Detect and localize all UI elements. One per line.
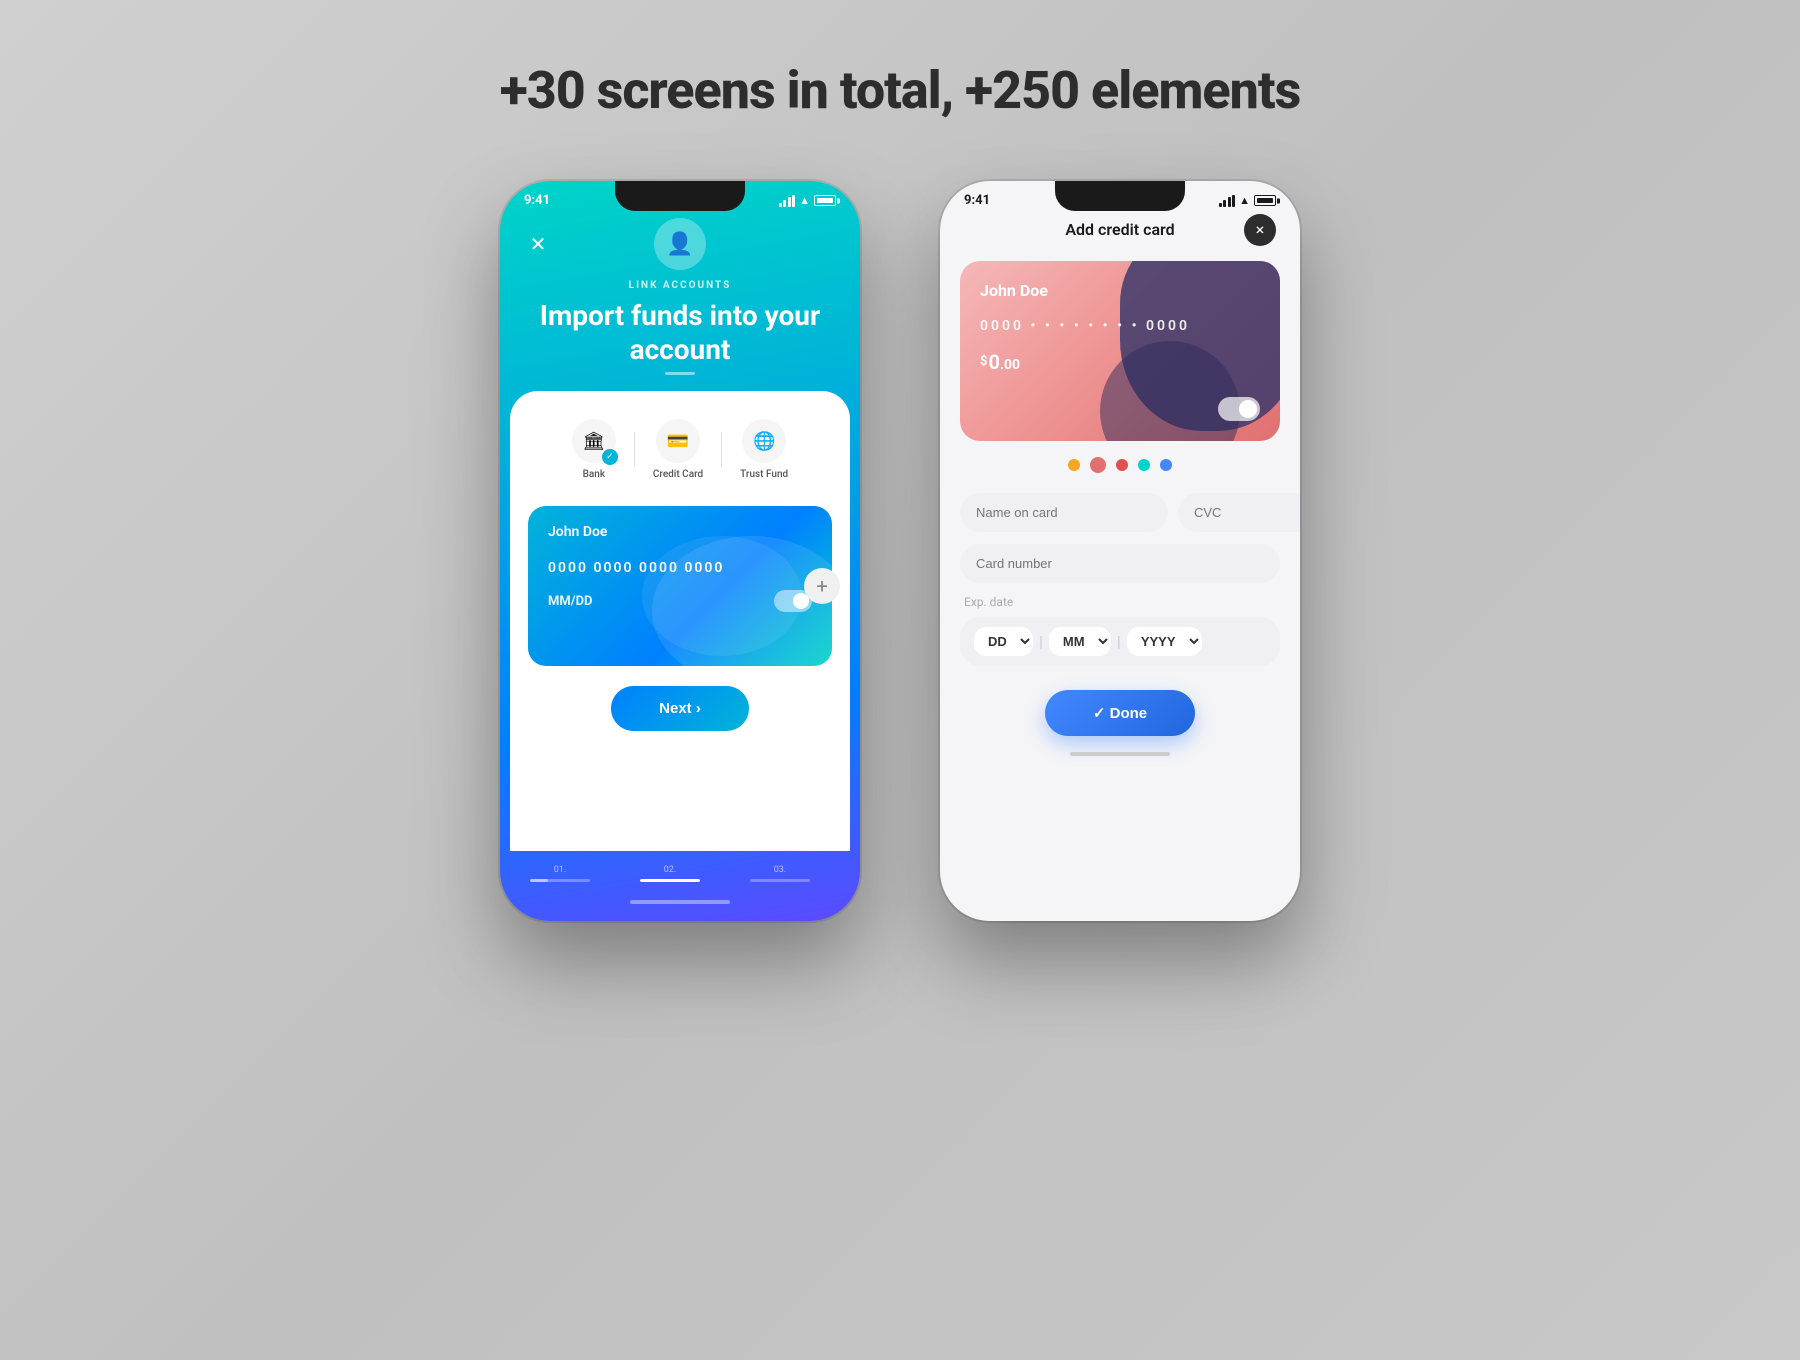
phone2-card-number: 0000 • • • • • • • • 0000 [980,318,1260,334]
phone2-close-button[interactable]: × [1244,214,1276,246]
phone1-card-area: 🏛 ✓ Bank 💳 Credit Card 🌐 Trust Fund [510,391,850,851]
phone1-progress-step-2: 02. [640,865,700,882]
phone1-battery-icon [814,195,836,206]
phone2-time: 9:41 [964,193,990,208]
phone1-divider [665,372,695,375]
phones-container: 9:41 ▲ ✕ 👤 LINK ACCOUNTS Import funds in… [500,181,1300,921]
month-select[interactable]: MM [1049,627,1111,656]
phone1-progress-track-1 [530,879,590,882]
phone2-form: Exp. date DD | MM | YYYY Done [940,493,1300,736]
page-title: +30 screens in total, +250 elements [500,60,1301,121]
color-dot-teal[interactable] [1138,459,1150,471]
phone1-status-icons: ▲ [779,194,836,207]
name-on-card-input[interactable] [960,493,1168,532]
phone2-header: Add credit card × [940,208,1300,251]
dollar-sign: $ [980,354,987,369]
phone2-signal [1219,195,1236,207]
color-dot-blue[interactable] [1160,459,1172,471]
phone2-color-dots [940,457,1300,473]
phone1-header: ✕ 👤 [500,208,860,280]
phone2-screen-title: Add credit card [1065,220,1174,239]
phone1-credit-card: John Doe 0000 0000 0000 0000 MM/DD [528,506,832,666]
date-divider-1: | [1039,632,1043,651]
phone2-card-balance: $ 0.00 [980,350,1260,374]
date-divider-2: | [1117,632,1121,651]
color-dot-red[interactable] [1116,459,1128,471]
phone2-card-display: John Doe 0000 • • • • • • • • 0000 $ 0.0… [960,261,1280,441]
phone1-tab-trustfund-label: Trust Fund [740,469,788,480]
phone1-next-button[interactable]: Next › [611,686,749,731]
phone2-notch [1055,181,1185,211]
phone1-time: 9:41 [524,193,550,208]
phone2-card-name: John Doe [980,281,1260,300]
phone1-tab-creditcard-label: Credit Card [653,469,703,480]
phone1-progress-track-2 [640,879,700,882]
phone1-add-card-button[interactable]: + [804,568,840,604]
trust-fund-icon: 🌐 [742,419,786,463]
phone1-tab-creditcard[interactable]: 💳 Credit Card [635,411,721,488]
color-dot-pink-active[interactable] [1090,457,1106,473]
credit-card-icon: 💳 [656,419,700,463]
exp-date-label: Exp. date [960,595,1280,609]
phone2-card-toggle[interactable] [1218,397,1260,421]
phone1-progress-label-3: 03. [774,865,787,875]
year-select[interactable]: YYYY [1127,627,1202,656]
phone-2: 9:41 ▲ Add credit card × John Doe 000 [940,181,1300,921]
cvc-input[interactable] [1178,493,1300,532]
phone1-tabs: 🏛 ✓ Bank 💳 Credit Card 🌐 Trust Fund [528,411,832,488]
phone1-title: Import funds into youraccount [500,299,860,366]
phone2-date-row: DD | MM | YYYY [960,617,1280,666]
phone2-done-button[interactable]: Done [1045,690,1195,736]
phone1-home-indicator [630,900,730,904]
phone1-wifi-icon: ▲ [799,194,810,207]
day-select[interactable]: DD [974,627,1033,656]
bank-check-icon: ✓ [602,449,618,465]
bank-icon: 🏛 ✓ [572,419,616,463]
phone-1: 9:41 ▲ ✕ 👤 LINK ACCOUNTS Import funds in… [500,181,860,921]
balance-amount: 0.00 [988,350,1020,374]
color-dot-orange[interactable] [1068,459,1080,471]
phone2-status-icons: ▲ [1219,194,1276,207]
phone1-progress-fill-2 [640,879,700,882]
phone2-home-indicator [1070,752,1170,756]
phone1-card-wrap: John Doe 0000 0000 0000 0000 MM/DD + [528,506,832,666]
phone1-tab-trustfund[interactable]: 🌐 Trust Fund [722,411,806,488]
phone1-avatar: 👤 [654,218,706,270]
phone1-subtitle: LINK ACCOUNTS [500,280,860,291]
phone2-wifi-icon: ▲ [1239,194,1250,207]
phone1-close-button[interactable]: ✕ [524,230,552,258]
phone2-form-row-2 [960,544,1280,583]
phone1-notch [615,181,745,211]
phone1-progress-step-1: 01. [530,865,590,882]
phone1-tab-bank[interactable]: 🏛 ✓ Bank [554,411,634,488]
phone1-progress-track-3 [750,879,810,882]
phone1-card-date: MM/DD [548,594,592,609]
phone1-signal [779,195,796,207]
phone1-progress-label-1: 01. [554,865,567,875]
phone1-progress-step-3: 03. [750,865,810,882]
phone1-tab-bank-label: Bank [583,469,606,480]
phone1-progress-fill-1 [530,879,548,882]
phone1-progress-label-2: 02. [664,865,677,875]
phone2-battery-icon [1254,195,1276,206]
card-number-input[interactable] [960,544,1280,583]
phone1-progress-area: 01. 02. 03. [500,851,860,892]
phone2-form-row-1 [960,493,1280,532]
